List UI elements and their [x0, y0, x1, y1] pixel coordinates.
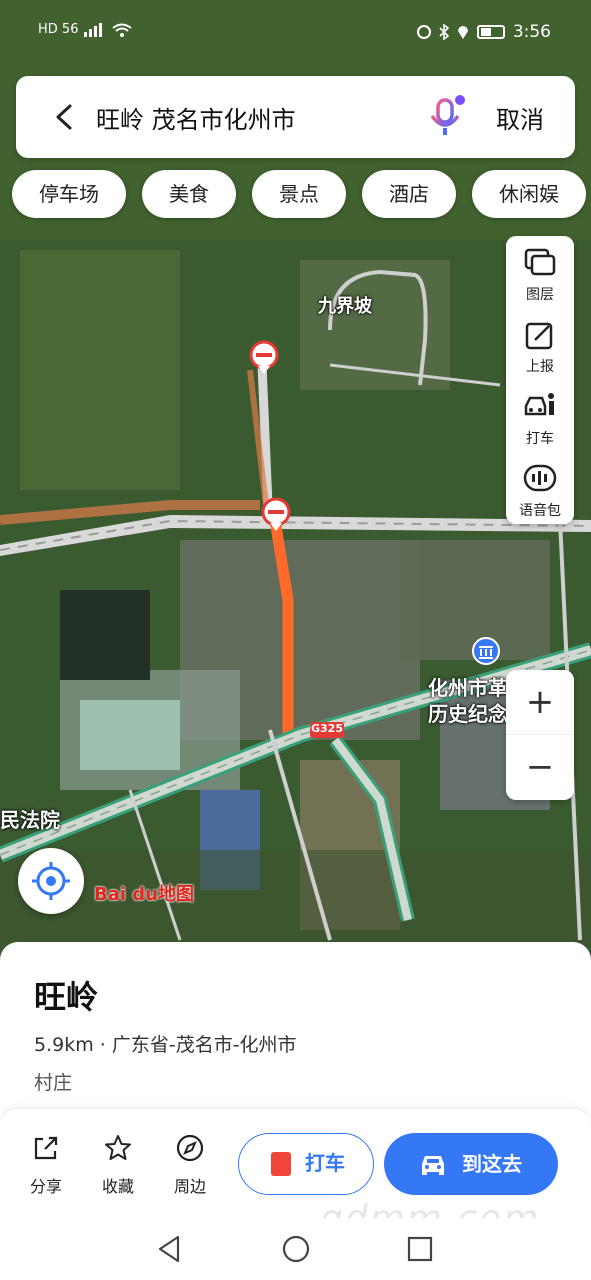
report-label: 上报: [526, 359, 554, 375]
voice-pack-label: 语音包: [519, 503, 561, 519]
status-right: 3:56: [416, 22, 551, 42]
search-bar: 旺岭 茂名市化州市 取消: [16, 76, 575, 158]
compass-icon: [176, 1134, 204, 1162]
nearby-button[interactable]: 周边: [160, 1133, 220, 1197]
chip-food[interactable]: 美食: [142, 170, 236, 218]
zoom-out-button[interactable]: −: [506, 734, 574, 798]
map-label-village[interactable]: 九界坡: [318, 292, 372, 318]
map-label-court[interactable]: 民法院: [0, 804, 60, 833]
car-person-icon: [524, 393, 554, 416]
map-label-museum-line2[interactable]: 历史纪念: [428, 698, 508, 727]
taxi-button-label: 打车: [305, 1151, 345, 1175]
baidu-map-logo: Bai du地图: [94, 884, 195, 905]
status-left: HD 56: [38, 22, 133, 37]
locate-me-button[interactable]: [18, 848, 84, 914]
chip-parking[interactable]: 停车场: [12, 170, 126, 218]
layers-label: 图层: [526, 287, 554, 303]
voice-pack-icon: [523, 464, 557, 492]
place-type: 村庄: [34, 1072, 73, 1094]
nav-recents-icon[interactable]: [406, 1234, 434, 1264]
chip-hotel[interactable]: 酒店: [362, 170, 456, 218]
go-here-button[interactable]: 到这去: [384, 1133, 558, 1195]
search-input[interactable]: 旺岭 茂名市化州市: [96, 100, 296, 135]
location-icon: [457, 26, 468, 39]
report-button[interactable]: 上报: [506, 308, 574, 380]
place-title: 旺岭: [34, 978, 99, 1016]
taxi-button[interactable]: 打车: [238, 1133, 374, 1195]
map-toolbar: 图层 上报 打车 语音包: [506, 236, 574, 524]
go-here-label: 到这去: [462, 1152, 522, 1176]
microphone-icon: [430, 95, 465, 135]
edit-report-icon: [525, 322, 553, 350]
voice-search-button[interactable]: [426, 94, 466, 140]
chip-sights[interactable]: 景点: [252, 170, 346, 218]
taxi-tool-button[interactable]: 打车: [506, 380, 574, 452]
favorite-label: 收藏: [101, 1177, 134, 1196]
crosshair-icon: [32, 862, 70, 900]
clock: 3:56: [512, 22, 551, 42]
zoom-controls: + −: [506, 670, 574, 800]
share-button[interactable]: 分享: [16, 1133, 76, 1197]
taxi-tool-label: 打车: [526, 431, 554, 447]
place-distance-address: 5.9km · 广东省-茂名市-化州市: [34, 1034, 297, 1056]
chip-leisure[interactable]: 休闲娱: [472, 170, 586, 218]
layers-button[interactable]: 图层: [506, 236, 574, 308]
car-icon: [422, 1156, 444, 1175]
share-label: 分享: [29, 1177, 62, 1196]
nav-home-icon[interactable]: [281, 1234, 311, 1264]
category-chips: 停车场 美食 景点 酒店 休闲娱: [12, 170, 586, 218]
voice-pack-button[interactable]: 语音包: [506, 452, 574, 524]
network-indicator: HD 56: [38, 22, 79, 37]
favorite-button[interactable]: 收藏: [88, 1133, 148, 1197]
signal-icon: [84, 22, 103, 37]
battery-icon: [476, 25, 505, 39]
alarm-icon: [416, 25, 431, 39]
nav-back-icon[interactable]: [156, 1234, 184, 1264]
status-bar: HD 56 3:56: [0, 0, 591, 66]
share-icon: [34, 1136, 58, 1160]
taxi-brand-icon: [271, 1152, 291, 1176]
bluetooth-icon: [439, 24, 449, 40]
back-button[interactable]: [46, 98, 82, 136]
wifi-icon: [112, 23, 133, 37]
road-tag-g325: G325: [311, 722, 343, 735]
zoom-in-button[interactable]: +: [506, 670, 574, 734]
star-icon: [105, 1135, 131, 1160]
layers-icon: [524, 248, 556, 276]
chevron-left-icon: [56, 104, 72, 130]
cancel-button[interactable]: 取消: [496, 100, 544, 135]
system-nav-bar: [0, 1218, 591, 1280]
nearby-label: 周边: [173, 1177, 206, 1196]
